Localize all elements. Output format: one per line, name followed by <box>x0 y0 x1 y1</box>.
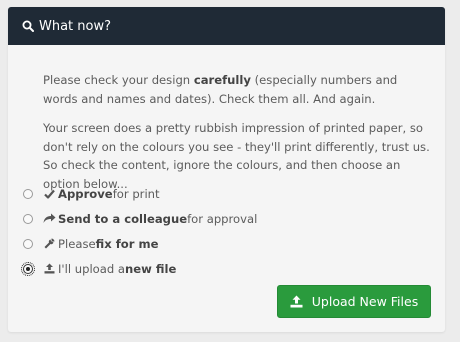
option-approve-label: Approve <box>58 186 113 201</box>
option-send-colleague[interactable]: Send to a colleague for approval <box>23 206 257 231</box>
check-icon <box>42 189 56 199</box>
option-fix-for-me[interactable]: Please fix for me <box>23 231 257 256</box>
send-colleague-radio[interactable] <box>23 213 33 224</box>
approve-radio[interactable] <box>23 188 33 199</box>
fix-for-me-radio[interactable] <box>23 238 33 249</box>
emphasis-carefully: carefully <box>193 73 251 87</box>
panel-title: What now? <box>39 18 112 34</box>
wrench-icon <box>42 238 56 249</box>
share-arrow-icon <box>42 213 56 224</box>
upload-icon <box>42 263 56 274</box>
option-send-colleague-label: Send to a colleague <box>58 211 188 226</box>
upload-icon <box>290 295 303 308</box>
option-upload-new-file[interactable]: I'll upload a new file <box>21 256 257 281</box>
panel-header: What now? <box>8 7 445 45</box>
what-now-panel: What now? Please check your design caref… <box>8 7 445 332</box>
upload-new-file-radio[interactable] <box>21 261 35 276</box>
option-upload-new-file-label: new file <box>125 261 177 276</box>
option-fix-for-me-label: fix for me <box>95 236 159 251</box>
option-list: Approve for print Send to a colleague fo… <box>21 181 257 281</box>
search-icon <box>22 20 34 32</box>
upload-new-files-button[interactable]: Upload New Files <box>277 285 431 318</box>
intro-paragraph-1: Please check your design carefully (espe… <box>43 73 398 106</box>
option-approve[interactable]: Approve for print <box>23 181 257 206</box>
upload-button-label: Upload New Files <box>311 294 419 309</box>
